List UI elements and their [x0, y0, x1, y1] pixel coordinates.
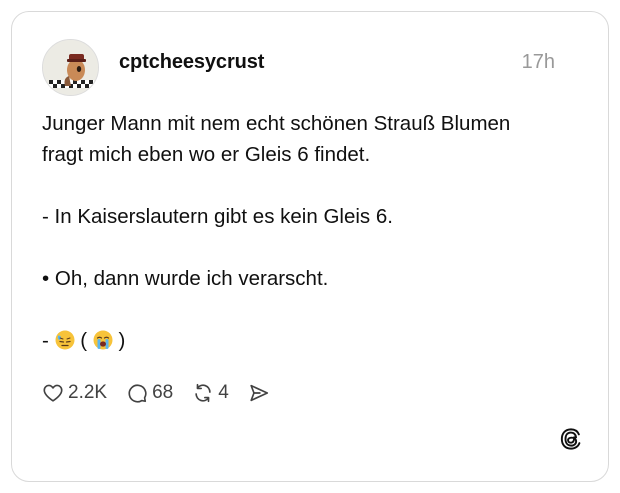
post-body: Junger Mann mit nem echt schönen Strauß …	[42, 108, 582, 356]
repost-button[interactable]: 4	[192, 382, 229, 404]
avatar-image	[43, 40, 98, 95]
post-line: • Oh, dann wurde ich verarscht.	[42, 267, 329, 290]
downcast-sweat-emoji	[55, 330, 75, 350]
share-icon	[250, 384, 268, 402]
post-line: Junger Mann mit nem echt schönen Strauß …	[42, 112, 511, 135]
post-line-emoji: - ( )	[42, 325, 582, 356]
like-button[interactable]: 2.2K	[42, 382, 107, 404]
post-line: fragt mich eben wo er Gleis 6 findet.	[42, 143, 371, 166]
threads-logo-icon[interactable]	[560, 427, 582, 451]
line-prefix: -	[42, 329, 55, 352]
reply-button[interactable]: 68	[126, 382, 173, 404]
timestamp[interactable]: 17h	[522, 51, 555, 74]
heart-icon	[43, 384, 63, 402]
username[interactable]: cptcheesycrust	[119, 51, 264, 74]
crying-emoji	[93, 330, 113, 350]
repost-count: 4	[218, 382, 229, 403]
post-line: - In Kaiserslautern gibt es kein Gleis 6…	[42, 205, 393, 228]
comment-icon	[128, 384, 147, 403]
open-paren: (	[74, 329, 93, 352]
reply-count: 68	[152, 382, 174, 403]
like-count: 2.2K	[68, 382, 108, 403]
share-button[interactable]	[248, 382, 270, 404]
post-card: cptcheesycrust 17h Junger Mann mit nem e…	[11, 11, 609, 482]
close-paren: )	[112, 329, 126, 352]
avatar[interactable]	[42, 39, 99, 96]
action-bar: 2.2K 68 4	[42, 380, 289, 406]
repost-icon	[195, 383, 211, 403]
